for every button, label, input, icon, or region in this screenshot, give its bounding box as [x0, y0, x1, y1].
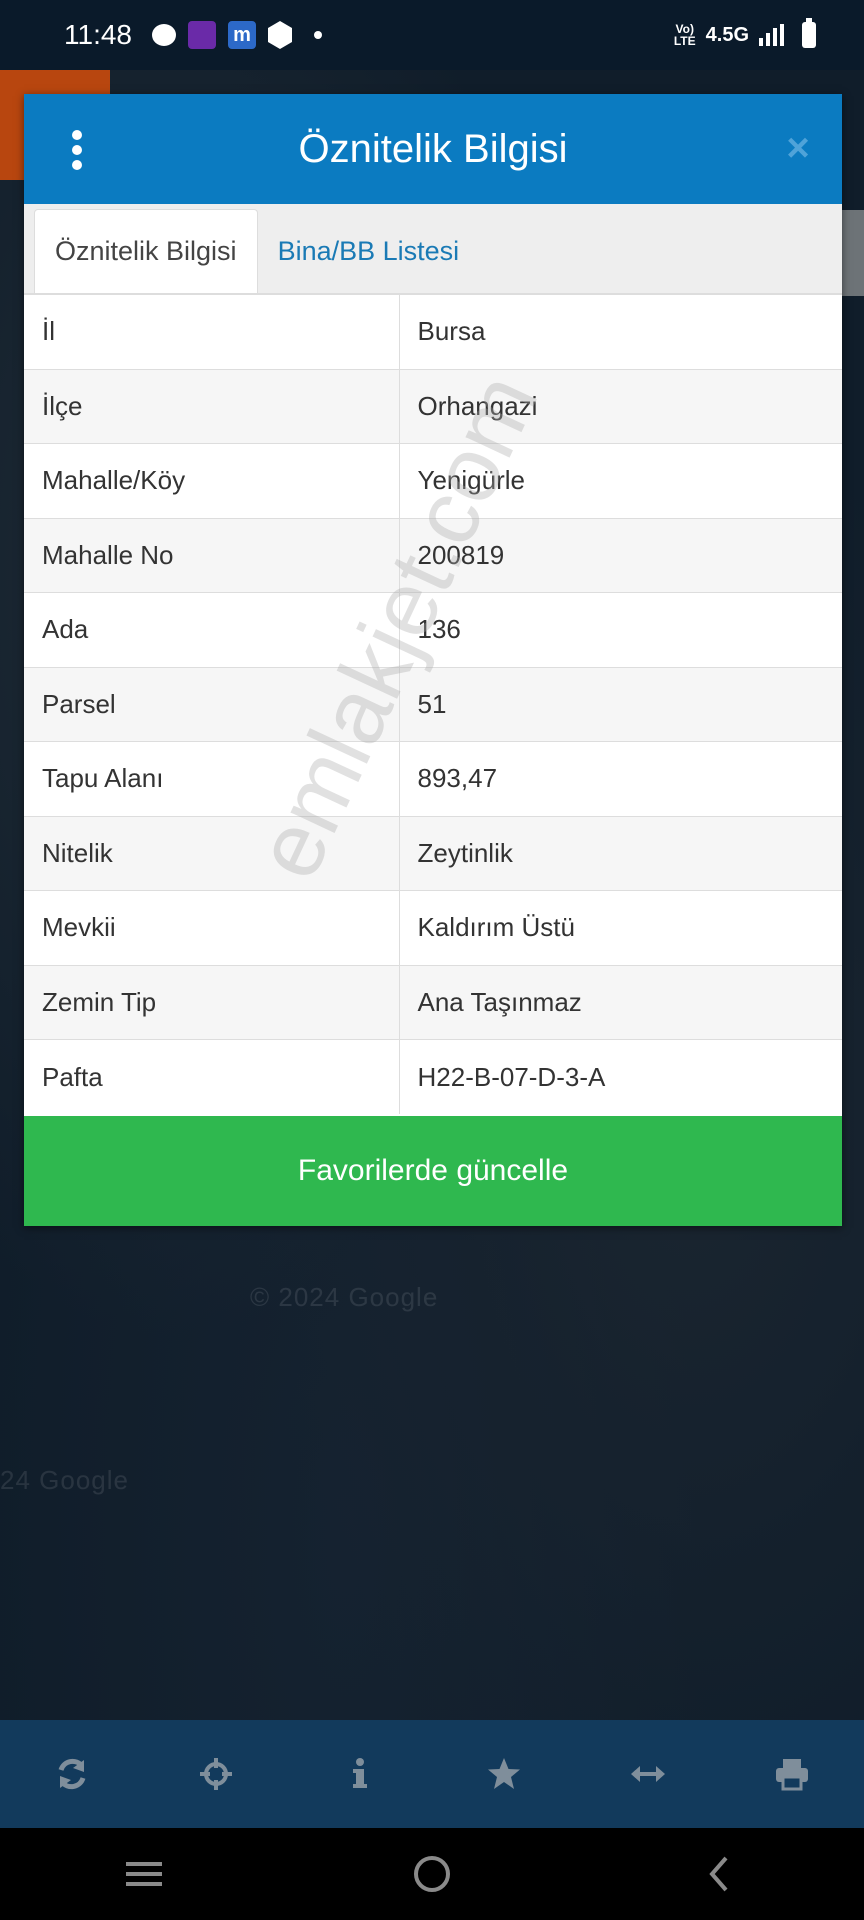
package-notification-icon	[268, 21, 292, 49]
measure-icon[interactable]	[618, 1744, 678, 1804]
volte-icon: Vo) LTE	[673, 22, 696, 48]
attribute-value: Yenigürle	[399, 443, 842, 518]
attribute-key: İl	[24, 294, 400, 369]
attribute-key: Mevkii	[24, 890, 400, 965]
more-options-icon[interactable]	[72, 130, 82, 170]
map-credit: © 2024 Google	[250, 1282, 439, 1312]
attribute-key: İlçe	[24, 368, 400, 444]
table-row: Mahalle/Köy Yenigürle	[24, 443, 842, 518]
attribute-value: 893,47	[399, 741, 842, 816]
recent-apps-icon[interactable]	[104, 1844, 184, 1904]
update-favorites-button[interactable]: Favorilerde güncelle	[24, 1116, 842, 1226]
table-row: Ada 136	[24, 592, 842, 667]
attribute-key: Ada	[24, 592, 400, 667]
star-icon[interactable]	[474, 1744, 534, 1804]
tab-bar: Öznitelik Bilgisi Bina/BB Listesi	[24, 204, 842, 294]
attribute-info-modal: Öznitelik Bilgisi × Öznitelik Bilgisi Bi…	[24, 94, 842, 1226]
attribute-key: Pafta	[24, 1039, 400, 1114]
home-icon[interactable]	[392, 1844, 472, 1904]
status-bar: 11:48 m Vo) LTE 4.5G	[0, 0, 864, 70]
refresh-icon[interactable]	[42, 1744, 102, 1804]
attribute-key: Parsel	[24, 666, 400, 742]
modal-title: Öznitelik Bilgisi	[298, 126, 568, 171]
status-time: 11:48	[64, 19, 132, 50]
table-row: Pafta H22-B-07-D-3-A	[24, 1039, 842, 1114]
attribute-value: Ana Taşınmaz	[399, 964, 842, 1040]
attribute-table: İl Bursa İlçe Orhangazi Mahalle/Köy Yenigürle…	[24, 294, 842, 1114]
attribute-value: H22-B-07-D-3-A	[399, 1039, 842, 1114]
tab-building-list[interactable]: Bina/BB Listesi	[258, 209, 480, 293]
tab-attribute-info[interactable]: Öznitelik Bilgisi	[34, 209, 258, 293]
back-icon[interactable]	[680, 1844, 760, 1904]
status-right: Vo) LTE 4.5G	[673, 18, 816, 48]
attribute-key: Mahalle No	[24, 517, 400, 593]
info-icon[interactable]	[330, 1744, 390, 1804]
table-row: Tapu Alanı 893,47	[24, 741, 842, 816]
map-toolbar	[0, 1720, 864, 1828]
network-type: 4.5G	[705, 23, 749, 46]
attribute-value: Orhangazi	[399, 368, 842, 444]
map-side-handle[interactable]	[842, 210, 864, 296]
more-notifications-icon	[314, 31, 322, 39]
close-icon[interactable]: ×	[782, 128, 814, 168]
battery-icon	[802, 18, 816, 48]
modal-header: Öznitelik Bilgisi ×	[24, 94, 842, 204]
attribute-value: Bursa	[399, 294, 842, 369]
table-row: Parsel 51	[24, 666, 842, 742]
attribute-key: Zemin Tip	[24, 964, 400, 1040]
attribute-value: 200819	[399, 517, 842, 593]
map-credit-secondary: 24 Google	[0, 1465, 129, 1495]
attribute-value: Zeytinlik	[399, 815, 842, 891]
system-navigation-bar	[0, 1828, 864, 1920]
table-row: Mevkii Kaldırım Üstü	[24, 890, 842, 965]
table-row: Nitelik Zeytinlik	[24, 815, 842, 891]
attribute-value: 51	[399, 666, 842, 742]
crosshair-icon[interactable]	[186, 1744, 246, 1804]
signal-icon	[759, 24, 784, 46]
table-row: Zemin Tip Ana Taşınmaz	[24, 964, 842, 1040]
m-notification-icon: m	[228, 21, 256, 49]
attribute-value: 136	[399, 592, 842, 667]
print-icon[interactable]	[762, 1744, 822, 1804]
attribute-key: Mahalle/Köy	[24, 443, 400, 518]
chat-notification-icon	[152, 24, 176, 46]
table-row: İlçe Orhangazi	[24, 368, 842, 444]
attribute-key: Nitelik	[24, 815, 400, 891]
table-row: Mahalle No 200819	[24, 517, 842, 593]
app-notification-icon	[188, 21, 216, 49]
attribute-value: Kaldırım Üstü	[399, 890, 842, 965]
table-row: İl Bursa	[24, 294, 842, 369]
notification-icons: m	[152, 21, 322, 49]
attribute-key: Tapu Alanı	[24, 741, 400, 816]
